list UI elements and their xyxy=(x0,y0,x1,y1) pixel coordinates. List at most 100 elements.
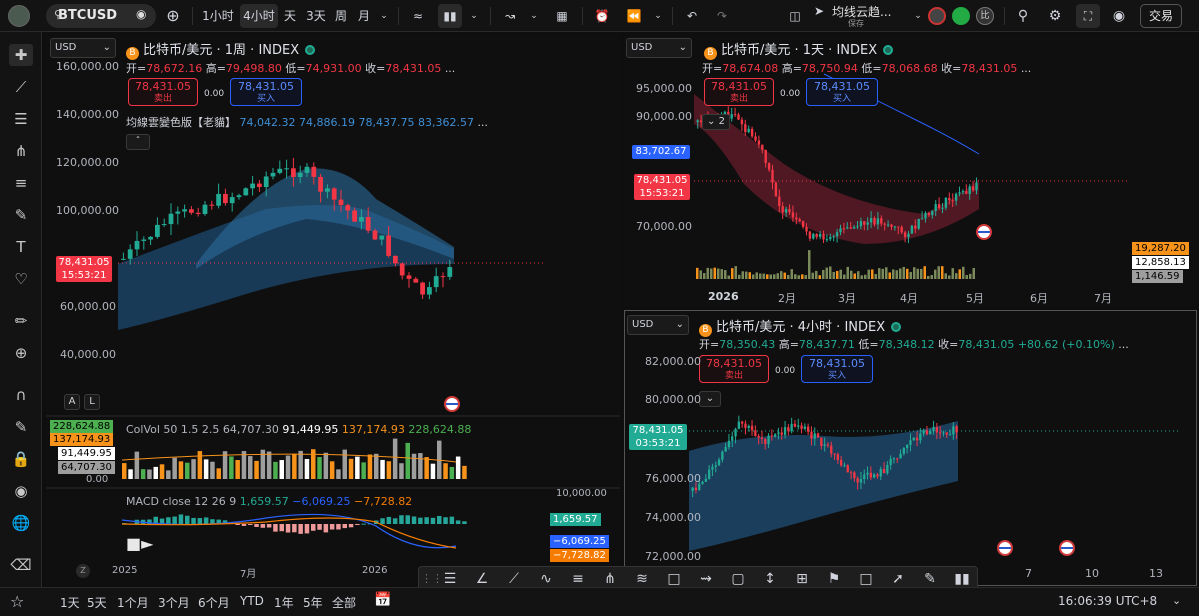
layout-icon[interactable]: ◫ xyxy=(784,4,806,28)
template-dropdown-icon[interactable]: ⌄ xyxy=(912,4,924,28)
magnet-icon[interactable]: ∩ xyxy=(9,384,33,406)
range-1m[interactable]: 1个月 xyxy=(117,594,149,611)
replay-dropdown-icon[interactable]: ⌄ xyxy=(652,4,664,28)
pattern-icon[interactable]: ⋔ xyxy=(599,569,621,589)
interval-1m[interactable]: 月 xyxy=(356,4,372,28)
pitchfork-icon[interactable]: ⋔ xyxy=(9,140,33,162)
price-range-icon[interactable]: ↕ xyxy=(759,569,781,589)
sell-button[interactable]: 78,431.05 卖出 xyxy=(704,78,774,106)
camera-icon[interactable]: ◉ xyxy=(1108,4,1130,28)
clock-label[interactable]: 16:06:39 UTC+8 xyxy=(1058,594,1157,608)
us-event-flag-icon[interactable] xyxy=(1059,540,1075,556)
collapse-legend-button[interactable]: ˆ xyxy=(126,134,150,150)
symbol-search[interactable]: ⚲ BTCUSD ◉ xyxy=(46,4,156,28)
range-ytd[interactable]: YTD xyxy=(240,594,264,608)
chart-type-dropdown-icon[interactable]: ⌄ xyxy=(468,4,480,28)
eye-icon[interactable]: ◉ xyxy=(9,480,33,502)
range-3m[interactable]: 3个月 xyxy=(158,594,190,611)
buy-button[interactable]: 78,431.05 买入 xyxy=(801,355,873,383)
interval-1d[interactable]: 天 xyxy=(282,4,298,28)
fib-retracement-icon[interactable]: ≡ xyxy=(567,569,589,589)
rocket-badge-icon[interactable] xyxy=(952,7,970,25)
range-6m[interactable]: 6个月 xyxy=(198,594,230,611)
shield-icon[interactable]: ◉ xyxy=(136,7,146,21)
callout-icon[interactable]: □ xyxy=(663,569,685,589)
area-chart-icon[interactable]: ≈ xyxy=(406,4,430,28)
text-icon[interactable]: T xyxy=(9,236,33,258)
lines-icon[interactable]: ☰ xyxy=(439,569,461,589)
log-scale-button[interactable]: L xyxy=(84,394,100,410)
trend-line-icon[interactable]: ⟋ xyxy=(9,76,33,98)
trash-icon[interactable]: ⌫ xyxy=(9,554,33,576)
interval-4h[interactable]: 4小时 xyxy=(240,4,278,28)
path-icon[interactable]: ∿ xyxy=(535,569,557,589)
brush-icon[interactable]: ✎ xyxy=(9,204,33,226)
star-icon[interactable]: ☆ xyxy=(10,592,24,611)
range-all[interactable]: 全部 xyxy=(332,594,356,611)
timezone-badge[interactable]: Z xyxy=(76,564,90,578)
brush-icon[interactable]: ✎ xyxy=(919,569,941,589)
chart-4h-canvas[interactable] xyxy=(625,311,1197,586)
lock-icon[interactable]: 🔒 xyxy=(9,448,33,470)
lock-drawing-icon[interactable]: ✎ xyxy=(9,416,33,438)
buy-button[interactable]: 78,431.05 买入 xyxy=(806,78,878,106)
ruler-icon[interactable]: ✏ xyxy=(9,310,33,332)
chart-4h[interactable]: USD ⌄ B 比特币/美元 · 4小时 · INDEX 开=78,350.43 高… xyxy=(624,310,1197,586)
calendar-icon[interactable]: 📅 xyxy=(374,592,391,608)
currency-select[interactable]: USD ⌄ xyxy=(50,38,116,58)
chart-weekly[interactable]: USD ⌄ B 比特币/美元 · 1周 · INDEX 开=78,672.16 高=… xyxy=(46,34,620,586)
sell-button[interactable]: 78,431.05 卖出 xyxy=(699,355,769,383)
arrow-icon[interactable]: ➚ xyxy=(887,569,909,589)
flag-icon[interactable]: ⚑ xyxy=(823,569,845,589)
redo-icon[interactable]: ↷ xyxy=(710,4,734,28)
buy-button[interactable]: 78,431.05 买入 xyxy=(230,78,302,106)
alert-icon[interactable]: ⏰ xyxy=(590,4,614,28)
expand-legend-button[interactable]: ⌄ xyxy=(699,391,721,407)
interval-dropdown-icon[interactable]: ⌄ xyxy=(378,4,390,28)
horizontal-lines-icon[interactable]: ☰ xyxy=(9,108,33,130)
avatar[interactable] xyxy=(8,5,30,27)
currency-badge[interactable]: 比 xyxy=(976,7,994,25)
chevron-down-icon[interactable]: ⌄ xyxy=(1172,594,1181,607)
fib-channel-icon[interactable]: ≋ xyxy=(631,569,653,589)
interval-1w[interactable]: 周 xyxy=(333,4,349,28)
user-avatar-icon[interactable] xyxy=(928,7,946,25)
layout-grid-icon[interactable]: ▦ xyxy=(550,4,574,28)
range-5d[interactable]: 5天 xyxy=(87,594,107,611)
indicators-dropdown-icon[interactable]: ⌄ xyxy=(528,4,540,28)
search-icon[interactable]: ⚲ xyxy=(1012,4,1034,28)
us-event-flag-icon[interactable] xyxy=(976,224,992,240)
undo-icon[interactable]: ↶ xyxy=(680,4,704,28)
range-5y[interactable]: 5年 xyxy=(303,594,323,611)
trade-button[interactable]: 交易 xyxy=(1140,4,1182,28)
expand-legend-button[interactable]: ⌄ 2 xyxy=(702,114,730,130)
drag-handle-icon[interactable]: ⋮⋮ xyxy=(421,569,443,589)
trend-line-icon[interactable]: ⟋ xyxy=(503,569,525,589)
zoom-in-icon[interactable]: ⊕ xyxy=(9,342,33,364)
add-symbol-icon[interactable]: ⊕ xyxy=(162,4,184,28)
settings-gear-icon[interactable]: ⚙ xyxy=(1044,4,1066,28)
chart-daily[interactable]: USD ⌄ B 比特币/美元 · 1天 · INDEX 开=78,674.08 高=… xyxy=(624,34,1199,306)
auto-scale-button[interactable]: A xyxy=(64,394,80,410)
interval-1h[interactable]: 1小时 xyxy=(200,4,236,28)
crosshair-icon[interactable]: ✚ xyxy=(9,44,33,66)
crosshair-box-icon[interactable]: ⊞ xyxy=(791,569,813,589)
angle-icon[interactable]: ∠ xyxy=(471,569,493,589)
sell-button[interactable]: 78,431.05 卖出 xyxy=(128,78,198,106)
heart-icon[interactable]: ♡ xyxy=(9,268,33,290)
rectangle-icon[interactable]: ▢ xyxy=(727,569,749,589)
fib-icon[interactable]: ≡ xyxy=(9,172,33,194)
us-event-flag-icon[interactable] xyxy=(444,396,460,412)
us-event-flag-icon[interactable] xyxy=(997,540,1013,556)
note-icon[interactable]: □ xyxy=(855,569,877,589)
fullscreen-icon[interactable]: ⛶ xyxy=(1076,4,1100,28)
range-1y[interactable]: 1年 xyxy=(274,594,294,611)
globe-icon[interactable]: 🌐 xyxy=(9,512,33,534)
indicator-template[interactable]: ➤ 均线云趋... 保存 xyxy=(812,2,922,30)
currency-select[interactable]: USD ⌄ xyxy=(626,38,692,58)
indicators-icon[interactable]: ↝ xyxy=(498,4,522,28)
projection-icon[interactable]: ⇝ xyxy=(695,569,717,589)
currency-select[interactable]: USD ⌄ xyxy=(627,315,689,335)
candles-icon[interactable]: ▮▮ xyxy=(951,569,973,589)
interval-3d[interactable]: 3天 xyxy=(304,4,328,28)
